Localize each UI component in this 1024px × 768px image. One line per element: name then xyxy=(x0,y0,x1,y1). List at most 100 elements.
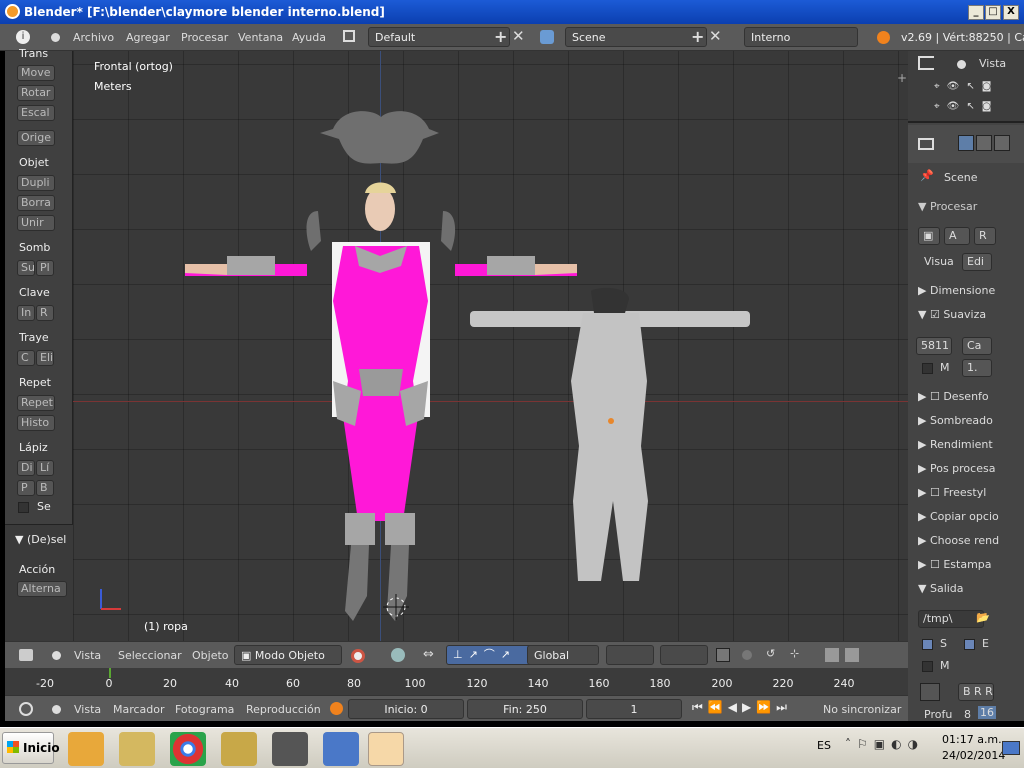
panel-stamp[interactable]: ▶ ☐ Estampa xyxy=(918,558,1024,571)
add-layout-icon[interactable]: + xyxy=(494,27,507,46)
render-image-button[interactable]: ▣ xyxy=(918,227,940,245)
view-menu[interactable]: Vista xyxy=(74,649,101,662)
maximize-button[interactable]: □ xyxy=(985,5,1001,20)
erase-button[interactable]: B xyxy=(36,480,54,496)
menu-ayuda[interactable]: Ayuda xyxy=(292,31,326,44)
pink-armored-figure[interactable] xyxy=(185,111,577,621)
properties-editor-icon[interactable] xyxy=(918,138,934,150)
close-window-button[interactable]: X xyxy=(1003,5,1019,20)
sync-select[interactable]: No sincronizar xyxy=(823,703,901,716)
media-player-taskbar-icon[interactable] xyxy=(68,732,104,766)
pin-icon[interactable]: 📌 xyxy=(920,169,934,182)
action-select[interactable]: Alterna xyxy=(17,581,67,597)
line-button[interactable]: Lí xyxy=(36,460,54,476)
panel-freestyle[interactable]: ▶ ☐ Freestyl xyxy=(918,486,1024,499)
layer-buttons-2[interactable] xyxy=(660,645,708,665)
show-desktop-icon[interactable] xyxy=(1002,741,1020,755)
duplicate-button[interactable]: Dupli xyxy=(17,175,55,191)
render-layers-tab-icon[interactable] xyxy=(976,135,992,151)
panel-shading[interactable]: ▶ Sombreado xyxy=(918,414,1024,427)
panel-bake[interactable]: ▶ Copiar opcio xyxy=(918,510,1024,523)
output-s-checkbox[interactable] xyxy=(922,639,933,650)
clock-time[interactable]: 01:17 a.m. xyxy=(942,733,1002,746)
history-button[interactable]: Histo xyxy=(17,415,55,431)
snap-element-icon[interactable]: ⊹ xyxy=(790,647,799,660)
file-format-icon[interactable] xyxy=(920,683,940,701)
explorer-taskbar-icon[interactable] xyxy=(119,732,155,766)
layout-select[interactable]: Default xyxy=(368,27,510,47)
rotate-button[interactable]: Rotar xyxy=(17,85,55,101)
panel-post-processing[interactable]: ▶ Pos procesa xyxy=(918,462,1024,475)
menu-agregar[interactable]: Agregar xyxy=(126,31,170,44)
color-mode-buttons[interactable]: B R R xyxy=(958,683,994,701)
insert-keyframe-button[interactable]: In xyxy=(17,305,35,321)
aa-filter-select[interactable]: Ca xyxy=(962,337,992,355)
panel-choose-render[interactable]: ▶ Choose rend xyxy=(918,534,1024,547)
end-frame-field[interactable]: Fin: 250 xyxy=(467,699,583,719)
timeline-menu-toggle-icon[interactable] xyxy=(52,705,61,714)
draw-button[interactable]: Di xyxy=(17,460,35,476)
toolshelf-section-title[interactable]: Objet xyxy=(19,156,49,169)
snap-icon[interactable]: ↺ xyxy=(766,647,775,660)
toolshelf-section-title[interactable]: Traye xyxy=(19,331,49,344)
operator-panel-title[interactable]: ▼ (De)sel xyxy=(15,533,66,546)
layers-lock-icon[interactable] xyxy=(716,648,730,662)
language-indicator[interactable]: ES xyxy=(817,739,831,752)
tools-taskbar-icon[interactable] xyxy=(221,732,257,766)
object-menu[interactable]: Objeto xyxy=(192,649,229,662)
delete-scene-icon[interactable]: ✕ xyxy=(709,27,722,45)
toolshelf-section-title[interactable]: Repet xyxy=(19,376,51,389)
gray-base-body-figure[interactable] xyxy=(470,287,750,581)
menu-archivo[interactable]: Archivo xyxy=(73,31,114,44)
outliner-menu-toggle-icon[interactable] xyxy=(957,60,966,69)
tank-game-taskbar-icon[interactable] xyxy=(272,732,308,766)
render-still-icon[interactable] xyxy=(825,648,839,662)
outliner-row-icons[interactable]: ⌖👁↖◙ xyxy=(934,101,998,112)
shading-icon[interactable] xyxy=(351,649,365,663)
current-frame-field[interactable]: 1 xyxy=(586,699,682,719)
menu-toggle-icon[interactable] xyxy=(51,33,60,42)
delete-button[interactable]: Borra xyxy=(17,195,55,211)
toolshelf-section-title[interactable]: Trans xyxy=(19,47,48,60)
mode-select[interactable]: ▣ Modo Objeto xyxy=(234,645,342,665)
calculate-paths-button[interactable]: C xyxy=(17,350,35,366)
repeat-last-button[interactable]: Repet xyxy=(17,395,55,411)
select-menu[interactable]: Seleccionar xyxy=(118,649,182,662)
color-depth-16[interactable]: 16 xyxy=(978,706,996,719)
timeline-ruler[interactable]: -20 0 20 40 60 80 100 120 140 160 180 20… xyxy=(5,668,908,695)
aa-samples-field[interactable]: 5811 xyxy=(916,337,952,355)
panel-dimensions[interactable]: ▶ Dimensione xyxy=(918,284,1024,297)
origin-button[interactable]: Orige xyxy=(17,130,55,146)
panel-motion-blur[interactable]: ▶ ☐ Desenfo xyxy=(918,390,1024,403)
3d-viewport[interactable]: Frontal (ortog) Meters + (1) ropa xyxy=(73,51,908,641)
frame-menu[interactable]: Fotograma xyxy=(175,703,234,716)
toolshelf-section-title[interactable]: Lápiz xyxy=(19,441,48,454)
info-editor-icon[interactable]: i xyxy=(16,30,30,44)
clock-date[interactable]: 24/02/2014 xyxy=(942,749,1005,762)
start-frame-field[interactable]: Inicio: 0 xyxy=(348,699,464,719)
pivot-icon[interactable] xyxy=(391,648,405,662)
aa-checkbox[interactable] xyxy=(922,363,933,374)
scene-select[interactable]: Scene xyxy=(565,27,707,47)
panel-performance[interactable]: ▶ Rendimient xyxy=(918,438,1024,451)
header-menu-toggle-icon[interactable] xyxy=(52,651,61,660)
scene-tab-icon[interactable] xyxy=(994,135,1010,151)
proportional-edit-icon[interactable] xyxy=(742,650,752,660)
poly-button[interactable]: P xyxy=(17,480,35,496)
orientation-select[interactable]: Global xyxy=(527,645,599,665)
output-path-field[interactable]: /tmp\ xyxy=(918,610,984,628)
add-scene-icon[interactable]: + xyxy=(691,27,704,46)
minimize-button[interactable]: _ xyxy=(968,5,984,20)
blender-taskbar-icon[interactable] xyxy=(368,732,404,766)
marker-menu[interactable]: Marcador xyxy=(113,703,165,716)
remove-keyframe-button[interactable]: R xyxy=(36,305,54,321)
folder-icon[interactable]: 📂 xyxy=(976,611,990,624)
start-button[interactable]: Inicio xyxy=(2,732,60,764)
downloader-taskbar-icon[interactable] xyxy=(323,732,359,766)
scale-button[interactable]: Escal xyxy=(17,105,55,121)
output-m-checkbox[interactable] xyxy=(922,661,933,672)
editor-type-icon[interactable] xyxy=(19,649,33,661)
tray-icons[interactable]: ˄⚐▣◐◑ xyxy=(845,737,924,751)
outliner-view-menu[interactable]: Vista xyxy=(979,57,1006,70)
timeline-view-menu[interactable]: Vista xyxy=(74,703,101,716)
